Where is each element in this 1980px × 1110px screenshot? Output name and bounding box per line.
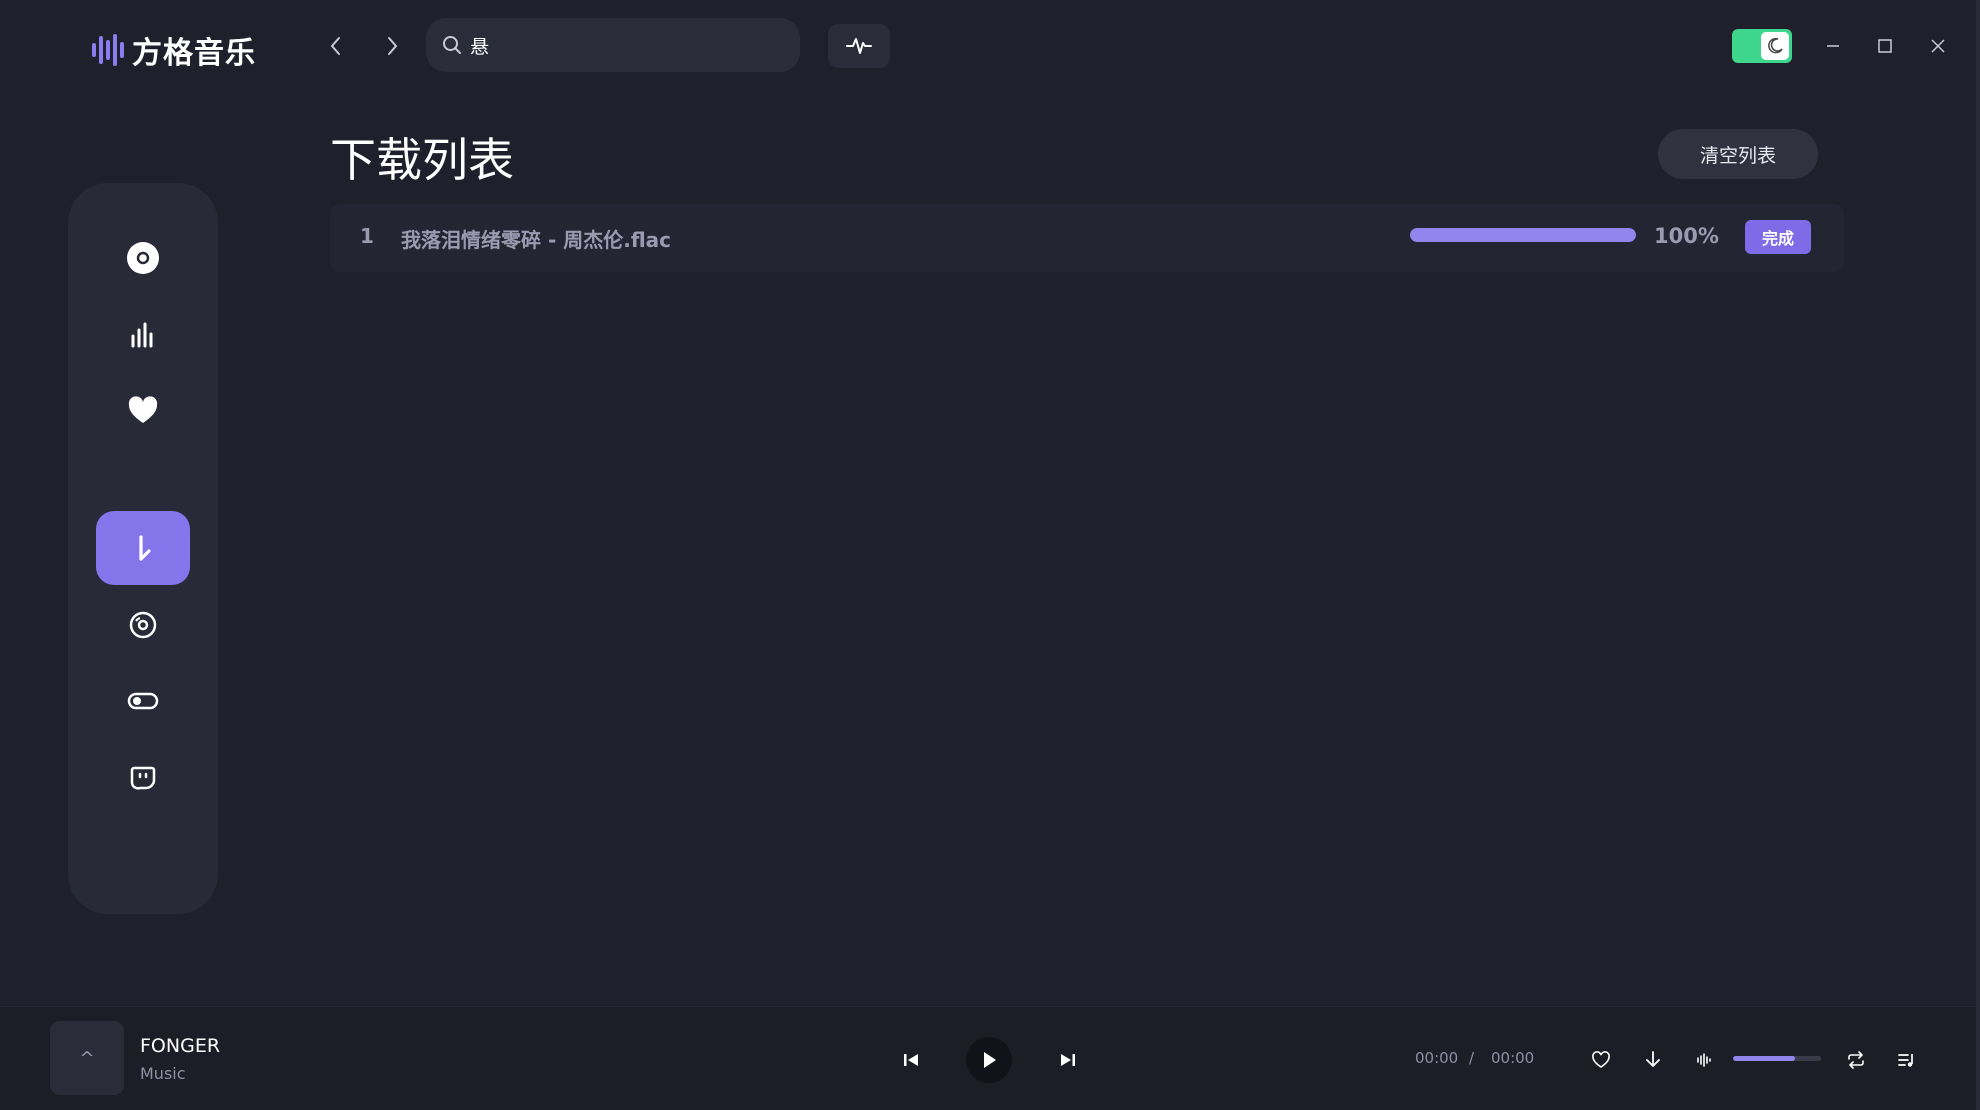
logo-icon <box>92 33 124 67</box>
like-button[interactable] <box>1588 1047 1614 1073</box>
minimize-icon <box>1827 45 1839 47</box>
cd-icon <box>129 611 157 639</box>
page-title: 下载列表 <box>330 133 514 187</box>
search-box[interactable] <box>426 18 800 72</box>
back-button[interactable] <box>318 28 354 64</box>
forward-button[interactable] <box>374 28 410 64</box>
time-total: 00:00 <box>1491 1049 1535 1067</box>
skip-back-icon <box>904 1054 918 1066</box>
sidebar <box>68 183 218 914</box>
clear-list-button[interactable]: 清空列表 <box>1658 129 1818 179</box>
heart-outline-icon <box>1592 1051 1610 1068</box>
moon-icon <box>1761 32 1789 60</box>
sidebar-item-downloads[interactable] <box>96 511 190 585</box>
status-badge: 完成 <box>1745 220 1811 254</box>
heart-icon <box>128 396 158 423</box>
download-button[interactable] <box>1640 1047 1666 1073</box>
repeat-icon <box>1848 1051 1864 1069</box>
close-icon <box>1931 39 1945 53</box>
minimize-button[interactable] <box>1813 26 1853 66</box>
chat-icon <box>130 766 156 790</box>
download-filename: 我落泪情绪零碎 - 周杰伦.flac <box>401 228 671 252</box>
previous-button[interactable] <box>898 1047 924 1073</box>
maximize-button[interactable] <box>1865 26 1905 66</box>
window-edge <box>1976 0 1980 1110</box>
sidebar-item-discover[interactable] <box>96 221 190 295</box>
theme-toggle[interactable] <box>1732 29 1792 63</box>
toggle-icon <box>127 692 159 710</box>
maximize-icon <box>1878 39 1892 53</box>
next-button[interactable] <box>1055 1047 1081 1073</box>
download-index: 1 <box>360 224 374 248</box>
download-progress-fill <box>1410 228 1636 242</box>
chevron-right-icon <box>388 37 398 55</box>
play-icon <box>984 1052 996 1068</box>
sidebar-item-feedback[interactable] <box>96 740 190 814</box>
skip-forward-icon <box>1061 1054 1075 1066</box>
app-name: 方格音乐 <box>132 36 256 71</box>
chevron-left-icon <box>330 37 340 55</box>
play-button[interactable] <box>966 1037 1012 1083</box>
track-artist: Music <box>140 1064 186 1083</box>
listen-button[interactable] <box>828 24 890 68</box>
volume-slider-fill <box>1733 1056 1795 1061</box>
app-logo: 方格音乐 <box>92 28 256 72</box>
download-percent: 100% <box>1654 224 1719 248</box>
album-cover[interactable]: ^ <box>50 1021 124 1095</box>
time-current: 00:00 <box>1415 1049 1459 1067</box>
time-separator: / <box>1469 1049 1475 1067</box>
sidebar-item-charts[interactable] <box>96 298 190 372</box>
pulse-icon <box>846 38 872 54</box>
volume-slider[interactable] <box>1733 1056 1821 1061</box>
download-progress-bar <box>1410 228 1636 242</box>
close-button[interactable] <box>1918 26 1958 66</box>
repeat-button[interactable] <box>1843 1047 1869 1073</box>
chart-icon <box>131 322 153 348</box>
download-icon <box>139 535 151 561</box>
search-input[interactable] <box>468 33 800 57</box>
player-bar: ^ FONGER Music 00:00 / 00:00 <box>0 1006 1980 1110</box>
arrow-down-icon <box>1646 1051 1660 1067</box>
playlist-icon <box>1898 1054 1913 1067</box>
volume-button[interactable] <box>1692 1047 1718 1073</box>
playlist-button[interactable] <box>1894 1047 1920 1073</box>
expand-caret-icon: ^ <box>79 1047 95 1069</box>
sidebar-item-albums[interactable] <box>96 588 190 662</box>
search-icon <box>442 34 464 56</box>
track-title: FONGER <box>140 1035 221 1057</box>
sidebar-item-favorites[interactable] <box>96 374 190 448</box>
sidebar-item-settings[interactable] <box>96 664 190 738</box>
download-row[interactable]: 1 我落泪情绪零碎 - 周杰伦.flac 100% 完成 <box>330 204 1844 272</box>
disc-icon <box>127 242 159 274</box>
volume-icon <box>1697 1053 1711 1067</box>
app-window: 方格音乐 悬 下载列表 清空列表 1 我落泪情绪零碎 - 周杰伦.flac 10… <box>0 0 1980 1110</box>
